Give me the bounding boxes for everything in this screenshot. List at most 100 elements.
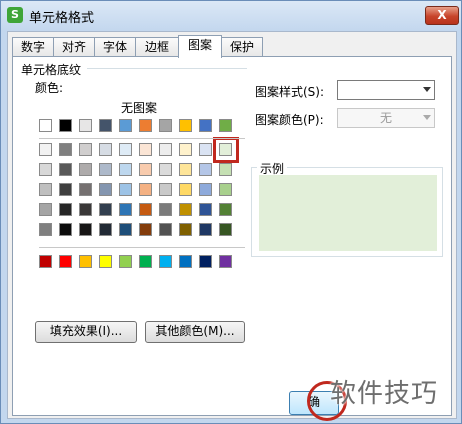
color-swatch[interactable] <box>159 223 172 236</box>
color-swatch[interactable] <box>179 163 192 176</box>
standard-color-swatch[interactable] <box>59 255 72 268</box>
color-swatch[interactable] <box>199 223 212 236</box>
no-pattern-option[interactable]: 无图案 <box>121 99 157 116</box>
title-bar: S 单元格格式 X <box>1 1 461 29</box>
pattern-style-label: 图案样式(S): <box>255 85 325 99</box>
color-swatch[interactable] <box>39 119 52 132</box>
color-swatch[interactable] <box>219 119 232 132</box>
color-swatch[interactable] <box>99 119 112 132</box>
color-swatch[interactable] <box>119 143 132 156</box>
color-swatch[interactable] <box>179 223 192 236</box>
sample-preview <box>259 175 437 251</box>
color-swatch[interactable] <box>219 163 232 176</box>
color-swatch[interactable] <box>119 203 132 216</box>
standard-color-swatch[interactable] <box>119 255 132 268</box>
color-swatch[interactable] <box>79 143 92 156</box>
tab-protection[interactable]: 保护 <box>221 37 263 57</box>
color-swatch[interactable] <box>119 223 132 236</box>
color-label: 颜色: <box>35 81 64 95</box>
color-swatch[interactable] <box>59 119 72 132</box>
dialog-body: 数字 对齐 字体 边框 图案 保护 单元格底纹 颜色: 无图案 填充效果(I).… <box>7 31 457 419</box>
pattern-color-label: 图案颜色(P): <box>255 113 324 127</box>
dialog-title: 单元格格式 <box>29 11 95 26</box>
color-swatch[interactable] <box>119 183 132 196</box>
color-swatch[interactable] <box>39 203 52 216</box>
color-swatch[interactable] <box>99 223 112 236</box>
tab-number[interactable]: 数字 <box>12 37 54 57</box>
color-swatch[interactable] <box>39 143 52 156</box>
color-swatch[interactable] <box>199 143 212 156</box>
color-swatch[interactable] <box>39 223 52 236</box>
standard-color-swatch[interactable] <box>39 255 52 268</box>
color-swatch[interactable] <box>139 143 152 156</box>
color-swatch[interactable] <box>139 119 152 132</box>
color-swatch[interactable] <box>159 183 172 196</box>
color-swatch[interactable] <box>179 119 192 132</box>
pattern-style-select[interactable] <box>337 80 435 100</box>
color-swatch[interactable] <box>59 203 72 216</box>
color-swatch[interactable] <box>79 119 92 132</box>
watermark-text: 软件技巧 <box>330 379 439 409</box>
standard-color-swatch[interactable] <box>79 255 92 268</box>
color-swatch[interactable] <box>199 203 212 216</box>
color-swatch[interactable] <box>179 183 192 196</box>
color-swatch[interactable] <box>119 119 132 132</box>
pattern-color-select[interactable]: 无 <box>337 108 435 128</box>
more-colors-button[interactable]: 其他颜色(M)... <box>145 321 245 343</box>
color-swatch[interactable] <box>159 163 172 176</box>
color-swatch[interactable] <box>59 223 72 236</box>
color-swatch[interactable] <box>139 163 152 176</box>
color-palette <box>39 119 245 315</box>
palette-separator <box>39 138 245 139</box>
chevron-down-icon <box>423 115 431 120</box>
color-swatch[interactable] <box>179 143 192 156</box>
color-swatch[interactable] <box>219 223 232 236</box>
color-swatch[interactable] <box>199 119 212 132</box>
color-swatch[interactable] <box>39 163 52 176</box>
fill-effects-button[interactable]: 填充效果(I)... <box>35 321 137 343</box>
cell-shading-group-label: 单元格底纹 <box>19 61 84 78</box>
color-swatch[interactable] <box>139 223 152 236</box>
color-swatch[interactable] <box>99 183 112 196</box>
wps-app-icon: S <box>7 7 23 23</box>
close-button[interactable]: X <box>425 6 459 25</box>
color-swatch[interactable] <box>39 183 52 196</box>
color-swatch[interactable] <box>99 203 112 216</box>
selected-swatch-highlight <box>213 137 239 163</box>
color-swatch[interactable] <box>219 183 232 196</box>
color-swatch[interactable] <box>119 163 132 176</box>
standard-color-swatch[interactable] <box>139 255 152 268</box>
standard-color-swatch[interactable] <box>179 255 192 268</box>
color-swatch[interactable] <box>99 143 112 156</box>
color-swatch[interactable] <box>139 203 152 216</box>
color-swatch[interactable] <box>179 203 192 216</box>
color-swatch[interactable] <box>59 163 72 176</box>
color-swatch[interactable] <box>99 163 112 176</box>
color-swatch[interactable] <box>159 203 172 216</box>
color-swatch[interactable] <box>79 203 92 216</box>
chevron-down-icon <box>423 87 431 92</box>
pattern-color-value: 无 <box>379 111 392 125</box>
color-swatch[interactable] <box>59 143 72 156</box>
color-swatch[interactable] <box>79 223 92 236</box>
format-cells-dialog: S 单元格格式 X 数字 对齐 字体 边框 图案 保护 单元格底纹 颜色: 无图… <box>0 0 462 424</box>
tab-font[interactable]: 字体 <box>94 37 136 57</box>
group-divider <box>87 68 247 69</box>
tab-patterns[interactable]: 图案 <box>178 35 222 58</box>
tab-alignment[interactable]: 对齐 <box>53 37 95 57</box>
color-swatch[interactable] <box>79 163 92 176</box>
color-swatch[interactable] <box>199 163 212 176</box>
color-swatch[interactable] <box>79 183 92 196</box>
patterns-panel: 单元格底纹 颜色: 无图案 填充效果(I)... 其他颜色(M)... 图案样式… <box>12 56 452 416</box>
standard-color-swatch[interactable] <box>219 255 232 268</box>
standard-color-swatch[interactable] <box>159 255 172 268</box>
color-swatch[interactable] <box>199 183 212 196</box>
tab-border[interactable]: 边框 <box>135 37 179 57</box>
color-swatch[interactable] <box>159 119 172 132</box>
color-swatch[interactable] <box>219 203 232 216</box>
color-swatch[interactable] <box>59 183 72 196</box>
standard-color-swatch[interactable] <box>199 255 212 268</box>
standard-color-swatch[interactable] <box>99 255 112 268</box>
color-swatch[interactable] <box>159 143 172 156</box>
color-swatch[interactable] <box>139 183 152 196</box>
